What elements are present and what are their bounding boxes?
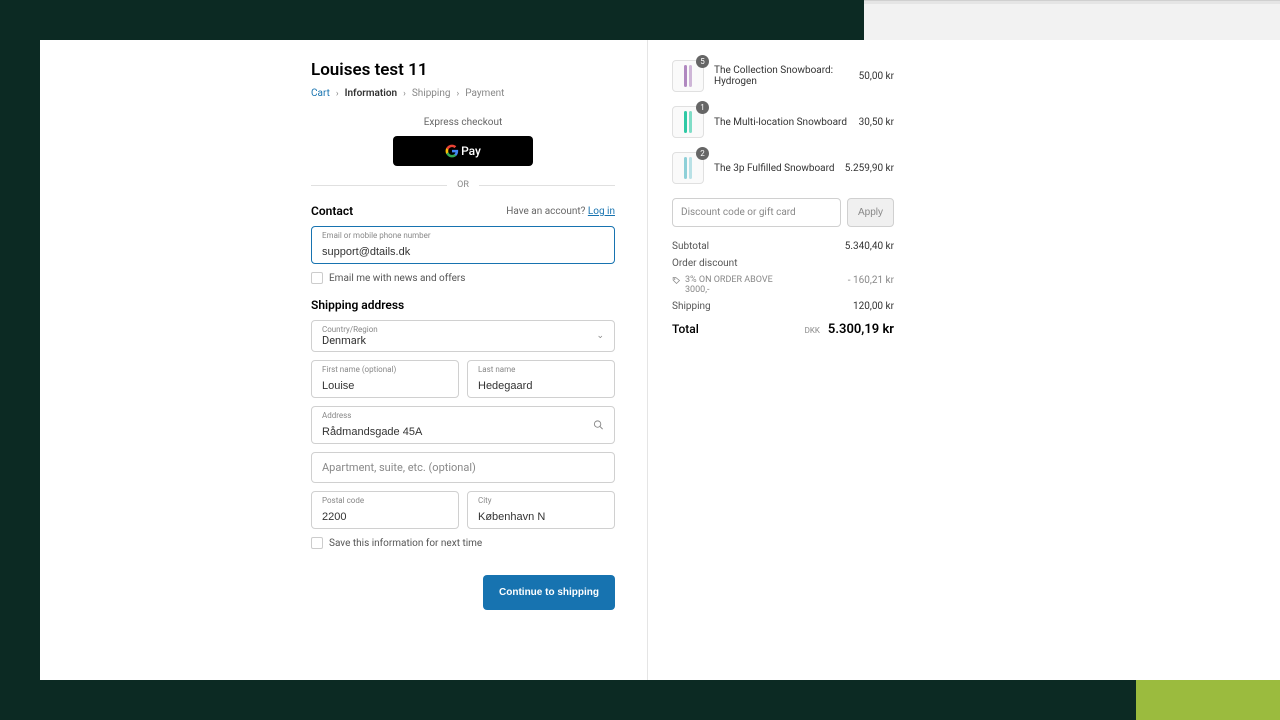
last-name-input[interactable]: [478, 380, 604, 392]
address-field[interactable]: Address: [311, 406, 615, 444]
top-strip: [864, 0, 1280, 4]
item-price: 5.259,90 kr: [845, 163, 894, 174]
snowboard-icon: [689, 65, 692, 87]
apartment-placeholder: Apartment, suite, etc. (optional): [322, 457, 604, 478]
discount-name: 3% ON ORDER ABOVE 3000,-: [672, 275, 792, 295]
quantity-badge: 5: [696, 55, 709, 68]
main-column: Louises test 11 Cart › Information › Shi…: [40, 40, 648, 680]
save-info-label: Save this information for next time: [329, 538, 482, 549]
email-input[interactable]: [322, 246, 604, 258]
breadcrumb-shipping: Shipping: [412, 88, 451, 99]
breadcrumb-payment: Payment: [465, 88, 504, 99]
google-icon: [445, 144, 459, 158]
quantity-badge: 2: [696, 147, 709, 160]
login-link[interactable]: Log in: [588, 206, 615, 217]
shipping-cost-value: 120,00 kr: [853, 301, 894, 312]
country-select[interactable]: Country/Region Denmark ⌄: [311, 320, 615, 352]
snowboard-icon: [689, 111, 692, 133]
tag-icon: [672, 276, 681, 285]
dark-bottom: [720, 680, 1136, 720]
have-account-text: Have an account? Log in: [506, 206, 615, 217]
news-offers-row[interactable]: Email me with news and offers: [311, 272, 615, 284]
discount-value: - 160,21 kr: [848, 275, 894, 286]
checkout-panel: Louises test 11 Cart › Information › Shi…: [40, 40, 1280, 680]
country-label: Country/Region: [322, 325, 604, 334]
cart-item: 5 The Collection Snowboard: Hydrogen 50,…: [672, 60, 894, 92]
item-price: 30,50 kr: [859, 117, 894, 128]
subtotal-label: Subtotal: [672, 241, 709, 252]
save-info-row[interactable]: Save this information for next time: [311, 537, 615, 549]
city-label: City: [478, 496, 604, 505]
or-divider: OR: [311, 180, 615, 190]
order-discount-label: Order discount: [672, 258, 737, 269]
last-name-field[interactable]: Last name: [467, 360, 615, 398]
chevron-right-icon: ›: [336, 89, 339, 99]
quantity-badge: 1: [696, 101, 709, 114]
item-name: The Collection Snowboard: Hydrogen: [714, 65, 849, 87]
first-name-field[interactable]: First name (optional): [311, 360, 459, 398]
item-price: 50,00 kr: [859, 71, 894, 82]
contact-heading: Contact: [311, 204, 353, 218]
news-offers-label: Email me with news and offers: [329, 273, 465, 284]
first-name-input[interactable]: [322, 380, 448, 392]
first-name-label: First name (optional): [322, 365, 448, 374]
save-info-checkbox[interactable]: [311, 537, 323, 549]
item-name: The Multi-location Snowboard: [714, 117, 849, 128]
store-name: Louises test 11: [311, 60, 615, 80]
item-thumbnail: 5: [672, 60, 704, 92]
address-label: Address: [322, 411, 604, 420]
snowboard-icon: [689, 157, 692, 179]
last-name-label: Last name: [478, 365, 604, 374]
breadcrumb-information: Information: [345, 88, 398, 99]
item-name: The 3p Fulfilled Snowboard: [714, 163, 835, 174]
google-pay-button[interactable]: Pay: [393, 136, 533, 166]
apply-button[interactable]: Apply: [847, 198, 894, 227]
city-field[interactable]: City: [467, 491, 615, 529]
city-input[interactable]: [478, 511, 604, 523]
continue-button[interactable]: Continue to shipping: [483, 575, 615, 610]
item-thumbnail: 1: [672, 106, 704, 138]
discount-input[interactable]: Discount code or gift card: [672, 198, 841, 227]
search-icon: [593, 420, 604, 431]
snowboard-icon: [684, 111, 687, 133]
shipping-cost-label: Shipping: [672, 301, 711, 312]
chevron-right-icon: ›: [457, 89, 460, 99]
breadcrumb-cart[interactable]: Cart: [311, 88, 330, 99]
total-value: 5.300,19 kr: [828, 322, 894, 337]
postal-field[interactable]: Postal code: [311, 491, 459, 529]
gpay-text: Pay: [461, 144, 481, 158]
postal-input[interactable]: [322, 511, 448, 523]
breadcrumb: Cart › Information › Shipping › Payment: [311, 88, 615, 99]
snowboard-icon: [684, 157, 687, 179]
shipping-heading: Shipping address: [311, 298, 615, 312]
subtotal-value: 5.340,40 kr: [845, 241, 894, 252]
cart-item: 2 The 3p Fulfilled Snowboard 5.259,90 kr: [672, 152, 894, 184]
snowboard-icon: [684, 65, 687, 87]
summary-column: 5 The Collection Snowboard: Hydrogen 50,…: [648, 40, 1280, 680]
postal-label: Postal code: [322, 496, 448, 505]
chevron-down-icon: ⌄: [596, 331, 604, 341]
country-value: Denmark: [322, 334, 604, 347]
total-label: Total: [672, 322, 699, 336]
address-input[interactable]: [322, 426, 604, 438]
cart-item: 1 The Multi-location Snowboard 30,50 kr: [672, 106, 894, 138]
news-offers-checkbox[interactable]: [311, 272, 323, 284]
item-thumbnail: 2: [672, 152, 704, 184]
email-field[interactable]: Email or mobile phone number: [311, 226, 615, 264]
express-checkout-label: Express checkout: [311, 117, 615, 128]
apartment-field[interactable]: Apartment, suite, etc. (optional): [311, 452, 615, 483]
email-label: Email or mobile phone number: [322, 231, 604, 240]
chevron-right-icon: ›: [403, 89, 406, 99]
currency-code: DKK: [805, 326, 820, 335]
